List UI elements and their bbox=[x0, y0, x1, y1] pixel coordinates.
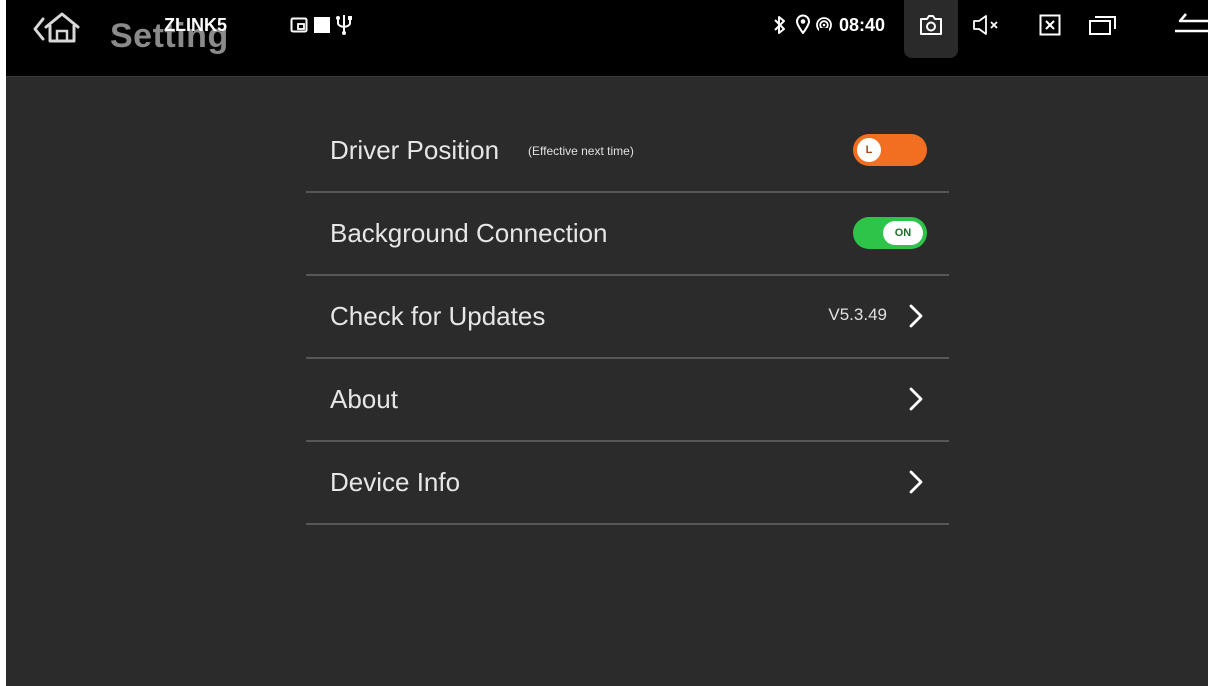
background-connection-label: Background Connection bbox=[330, 218, 608, 248]
device-info-label: Device Info bbox=[330, 467, 461, 497]
driver-position-note: (Effective next time) bbox=[528, 144, 634, 158]
version-value: V5.3.49 bbox=[828, 305, 887, 324]
settings-screen: Setting ZLINK5 08:40 Driver Position (Ef… bbox=[6, 0, 1208, 686]
settings-row-check-updates[interactable]: Check for Updates V5.3.49 bbox=[306, 276, 949, 359]
settings-row-about[interactable]: About bbox=[306, 359, 949, 442]
back-icon[interactable] bbox=[1172, 10, 1208, 38]
settings-row-driver-position: Driver Position (Effective next time) L bbox=[306, 110, 949, 193]
background-connection-toggle[interactable]: ON bbox=[853, 217, 927, 249]
settings-list: Driver Position (Effective next time) L … bbox=[306, 110, 949, 525]
about-label: About bbox=[330, 384, 398, 414]
chevron-right-icon bbox=[909, 470, 923, 499]
chevron-right-icon bbox=[909, 304, 923, 333]
driver-position-toggle-knob: L bbox=[857, 138, 881, 162]
driver-position-label: Driver Position bbox=[330, 135, 500, 165]
location-icon bbox=[795, 14, 811, 34]
chevron-right-icon bbox=[909, 387, 923, 416]
volume-mute-icon[interactable] bbox=[972, 14, 1004, 36]
usb-icon bbox=[336, 13, 352, 35]
hotspot-icon bbox=[815, 15, 833, 33]
driver-position-toggle[interactable]: L bbox=[853, 134, 927, 166]
square-icon bbox=[314, 17, 330, 33]
check-updates-label: Check for Updates bbox=[330, 301, 546, 331]
home-icon[interactable] bbox=[32, 10, 84, 46]
settings-row-background-connection: Background Connection ON bbox=[306, 193, 949, 276]
close-box-icon[interactable] bbox=[1039, 14, 1061, 36]
recents-icon[interactable] bbox=[1088, 14, 1118, 36]
bluetooth-icon bbox=[773, 15, 787, 35]
settings-row-device-info[interactable]: Device Info bbox=[306, 442, 949, 525]
clock: 08:40 bbox=[839, 15, 886, 35]
screenshot-button[interactable] bbox=[904, 0, 958, 58]
app-name-label: ZLINK5 bbox=[164, 15, 227, 35]
cast-icon bbox=[290, 16, 308, 34]
camera-icon bbox=[919, 14, 943, 36]
status-bar: Setting ZLINK5 08:40 bbox=[6, 0, 1208, 77]
background-connection-toggle-knob: ON bbox=[883, 221, 923, 245]
